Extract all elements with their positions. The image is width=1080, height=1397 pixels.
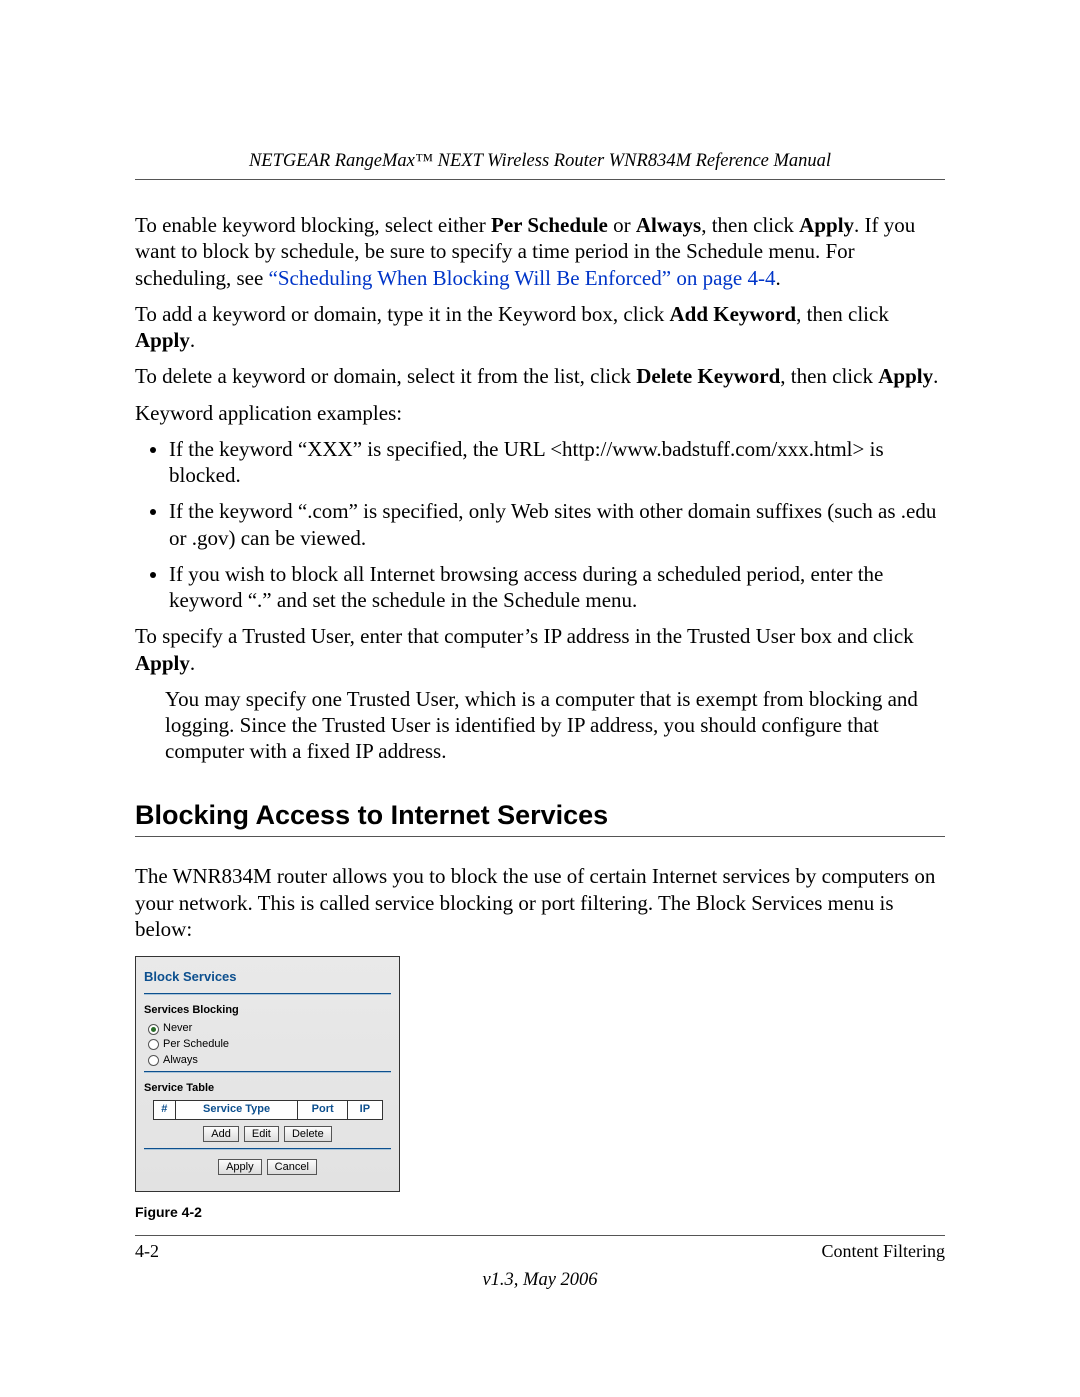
bold-always: Always [636,213,701,237]
footer-rule [135,1235,945,1236]
radio-label: Always [163,1054,198,1068]
example-list: If the keyword “XXX” is specified, the U… [135,436,945,614]
paragraph-trusted-user: To specify a Trusted User, enter that co… [135,623,945,676]
col-ip: IP [348,1101,382,1120]
text: To delete a keyword or domain, select it… [135,364,636,388]
cross-reference-link[interactable]: “Scheduling When Blocking Will Be Enforc… [269,266,776,290]
radio-label: Per Schedule [163,1038,229,1052]
radio-always[interactable]: Always [148,1054,391,1068]
col-service-type: Service Type [176,1101,298,1120]
services-blocking-label: Services Blocking [144,1004,391,1018]
block-services-panel: Block Services Services Blocking Never P… [135,956,400,1192]
bold-apply: Apply [799,213,854,237]
divider [144,993,391,994]
bold-add-keyword: Add Keyword [670,302,797,326]
radio-never[interactable]: Never [148,1022,391,1036]
delete-button[interactable]: Delete [284,1126,332,1142]
service-table: # Service Type Port IP [153,1100,383,1120]
bold-apply: Apply [878,364,933,388]
text: To enable keyword blocking, select eithe… [135,213,491,237]
text: . [190,651,195,675]
radio-icon [148,1024,159,1035]
paragraph-delete-keyword: To delete a keyword or domain, select it… [135,363,945,389]
text: , then click [796,302,889,326]
col-port: Port [298,1101,348,1120]
text: or [608,213,636,237]
text: To add a keyword or domain, type it in t… [135,302,670,326]
paragraph-add-keyword: To add a keyword or domain, type it in t… [135,301,945,354]
bold-apply: Apply [135,328,190,352]
list-item: If you wish to block all Internet browsi… [169,561,945,614]
radio-icon [148,1055,159,1066]
edit-button[interactable]: Edit [244,1126,279,1142]
panel-title: Block Services [144,969,391,985]
cancel-button[interactable]: Cancel [267,1159,317,1175]
text: To specify a Trusted User, enter that co… [135,624,914,648]
section-name: Content Filtering [822,1240,946,1263]
text: . [933,364,938,388]
paragraph-examples-intro: Keyword application examples: [135,400,945,426]
bold-per-schedule: Per Schedule [491,213,608,237]
version-line: v1.3, May 2006 [135,1269,945,1292]
text: . [775,266,780,290]
page-number: 4-2 [135,1240,159,1263]
service-table-label: Service Table [144,1082,391,1096]
divider [144,1148,391,1149]
paragraph-service-blocking: The WNR834M router allows you to block t… [135,863,945,942]
figure-caption: Figure 4-2 [135,1204,945,1222]
add-button[interactable]: Add [203,1126,239,1142]
figure: Block Services Services Blocking Never P… [135,956,945,1192]
radio-icon [148,1039,159,1050]
section-rule [135,836,945,837]
section-heading: Blocking Access to Internet Services [135,799,945,833]
divider [144,1071,391,1072]
list-item: If the keyword “XXX” is specified, the U… [169,436,945,489]
running-header: NETGEAR RangeMax™ NEXT Wireless Router W… [135,150,945,180]
bold-apply: Apply [135,651,190,675]
page-footer: 4-2 Content Filtering [135,1240,945,1263]
col-number: # [153,1101,176,1120]
text: , then click [780,364,878,388]
list-item: If the keyword “.com” is specified, only… [169,498,945,551]
bold-delete-keyword: Delete Keyword [636,364,780,388]
apply-button[interactable]: Apply [218,1159,262,1175]
note-trusted-user: You may specify one Trusted User, which … [165,686,945,765]
text: , then click [701,213,799,237]
radio-per-schedule[interactable]: Per Schedule [148,1038,391,1052]
text: . [190,328,195,352]
radio-label: Never [163,1022,192,1036]
paragraph-enable-blocking: To enable keyword blocking, select eithe… [135,212,945,291]
